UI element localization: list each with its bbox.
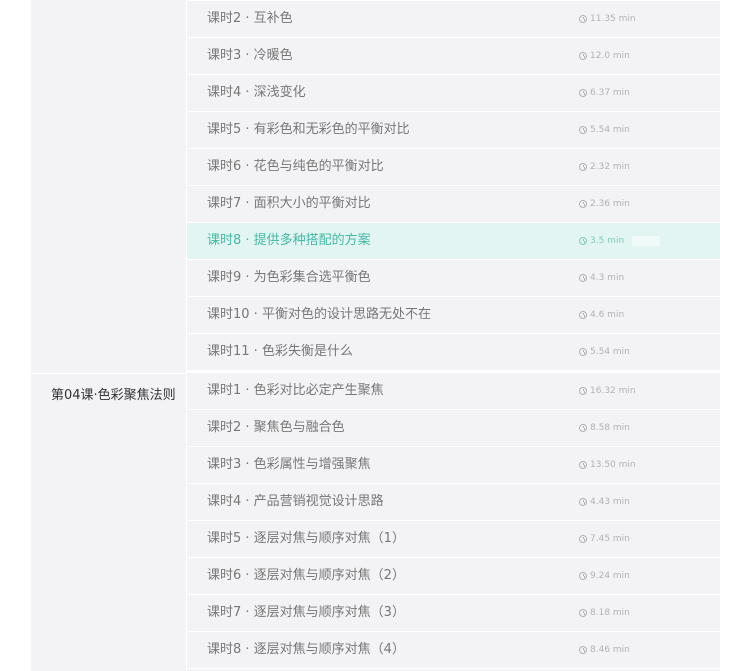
clock-icon [579, 200, 587, 208]
lesson-row[interactable]: 课时3 · 色彩属性与增强聚焦 13.50 min [187, 447, 720, 484]
lesson-title: 课时1 · 色彩对比必定产生聚焦 [207, 383, 384, 398]
lesson-row-active[interactable]: 课时8 · 提供多种搭配的方案 3.5 min [187, 223, 720, 260]
clock-icon [579, 52, 587, 60]
duration-text: 13.50 min [590, 460, 636, 470]
clock-icon [579, 163, 587, 171]
lesson-row[interactable]: 课时4 · 产品营销视觉设计思路 4.43 min [187, 484, 720, 521]
lesson-duration: 11.35 min [579, 1, 636, 37]
clock-icon [579, 126, 587, 134]
lesson-title: 课时2 · 互补色 [207, 11, 293, 26]
lesson-row[interactable]: 课时2 · 互补色 11.35 min [187, 0, 720, 38]
lesson-duration: 4.6 min [579, 297, 624, 333]
duration-text: 4.6 min [590, 310, 625, 320]
lesson-row[interactable]: 课时7 · 面积大小的平衡对比 2.36 min [187, 186, 720, 223]
duration-text: 4.43 min [590, 497, 630, 507]
duration-text: 9.24 min [590, 571, 630, 581]
lesson-row[interactable]: 课时6 · 逐层对焦与顺序对焦（2） 9.24 min [187, 558, 720, 595]
lesson-duration: 3.5 min [579, 223, 661, 259]
lesson-title: 课时3 · 色彩属性与增强聚焦 [207, 457, 371, 472]
lesson-title: 课时10 · 平衡对色的设计思路无处不在 [207, 307, 431, 322]
lesson-duration: 9.24 min [579, 558, 630, 594]
lesson-row[interactable]: 课时5 · 逐层对焦与顺序对焦（1） 7.45 min [187, 521, 720, 558]
lesson-title: 课时9 · 为色彩集合选平衡色 [207, 270, 371, 285]
duration-text: 8.46 min [590, 645, 630, 655]
duration-text: 12.0 min [590, 51, 630, 61]
duration-text: 11.35 min [590, 14, 636, 24]
clock-icon [579, 15, 587, 23]
duration-text: 8.18 min [590, 608, 630, 618]
lesson-title: 课时5 · 有彩色和无彩色的平衡对比 [207, 122, 410, 137]
chapter-column: 第04课·色彩聚焦法则 [31, 0, 186, 671]
clock-icon [579, 498, 587, 506]
lesson-row[interactable]: 课时4 · 深浅变化 6.37 min [187, 75, 720, 112]
duration-text: 5.54 min [590, 347, 630, 357]
chapter-divider [31, 373, 186, 374]
lesson-duration: 12.0 min [579, 38, 630, 74]
clock-icon [579, 348, 587, 356]
clock-icon [579, 461, 587, 469]
clock-icon [579, 646, 587, 654]
lesson-row[interactable]: 课时10 · 平衡对色的设计思路无处不在 4.6 min [187, 297, 720, 334]
clock-icon [579, 387, 587, 395]
duration-text: 8.58 min [590, 423, 630, 433]
lesson-duration: 8.46 min [579, 632, 630, 668]
lesson-title: 课时2 · 聚焦色与融合色 [207, 420, 345, 435]
clock-icon [579, 311, 587, 319]
playing-badge [632, 236, 661, 246]
lesson-title: 课时6 · 花色与纯色的平衡对比 [207, 159, 384, 174]
lesson-duration: 8.18 min [579, 595, 630, 631]
lesson-row[interactable]: 课时8 · 逐层对焦与顺序对焦（4） 8.46 min [187, 632, 720, 669]
lesson-list: 课时2 · 互补色 11.35 min 课时3 · 冷暖色 12.0 min 课… [186, 0, 720, 671]
lesson-duration: 8.58 min [579, 410, 630, 446]
lesson-title: 课时8 · 提供多种搭配的方案 [207, 233, 371, 248]
lesson-title: 课时6 · 逐层对焦与顺序对焦（2） [207, 568, 405, 583]
chapter-title: 第04课·色彩聚焦法则 [51, 388, 176, 403]
lesson-title: 课时4 · 产品营销视觉设计思路 [207, 494, 384, 509]
duration-text: 6.37 min [590, 88, 630, 98]
lesson-title: 课时4 · 深浅变化 [207, 85, 306, 100]
clock-icon [579, 237, 587, 245]
duration-text: 3.5 min [590, 236, 625, 246]
lesson-row[interactable]: 课时1 · 色彩对比必定产生聚焦 16.32 min [187, 373, 720, 410]
clock-icon [579, 89, 587, 97]
lesson-duration: 7.45 min [579, 521, 630, 557]
lesson-title: 课时3 · 冷暖色 [207, 48, 293, 63]
course-outline-panel: 第04课·色彩聚焦法则 课时2 · 互补色 11.35 min 课时3 · 冷暖… [31, 0, 720, 671]
lesson-duration: 13.50 min [579, 447, 636, 483]
lesson-duration: 6.37 min [579, 75, 630, 111]
lesson-row[interactable]: 课时7 · 逐层对焦与顺序对焦（3） 8.18 min [187, 595, 720, 632]
lesson-title: 课时11 · 色彩失衡是什么 [207, 344, 353, 359]
lesson-duration: 2.36 min [579, 186, 630, 222]
clock-icon [579, 274, 587, 282]
duration-text: 7.45 min [590, 534, 630, 544]
clock-icon [579, 424, 587, 432]
lesson-duration: 16.32 min [579, 373, 636, 409]
lesson-row[interactable]: 课时3 · 冷暖色 12.0 min [187, 38, 720, 75]
lesson-duration: 4.43 min [579, 484, 630, 520]
duration-text: 5.54 min [590, 125, 630, 135]
lesson-title: 课时7 · 逐层对焦与顺序对焦（3） [207, 605, 405, 620]
duration-text: 16.32 min [590, 386, 636, 396]
duration-text: 2.32 min [590, 162, 630, 172]
clock-icon [579, 535, 587, 543]
lesson-row[interactable]: 课时2 · 聚焦色与融合色 8.58 min [187, 410, 720, 447]
duration-text: 4.3 min [590, 273, 625, 283]
lesson-title: 课时8 · 逐层对焦与顺序对焦（4） [207, 642, 405, 657]
lesson-duration: 5.54 min [579, 334, 630, 370]
lesson-duration: 4.3 min [579, 260, 624, 296]
lesson-duration: 2.32 min [579, 149, 630, 185]
lesson-duration: 5.54 min [579, 112, 630, 148]
lesson-title: 课时5 · 逐层对焦与顺序对焦（1） [207, 531, 405, 546]
lesson-title: 课时7 · 面积大小的平衡对比 [207, 196, 371, 211]
lesson-row[interactable]: 课时6 · 花色与纯色的平衡对比 2.32 min [187, 149, 720, 186]
lesson-row[interactable]: 课时11 · 色彩失衡是什么 5.54 min [187, 334, 720, 371]
lesson-row[interactable]: 课时9 · 为色彩集合选平衡色 4.3 min [187, 260, 720, 297]
clock-icon [579, 572, 587, 580]
duration-text: 2.36 min [590, 199, 630, 209]
clock-icon [579, 609, 587, 617]
lesson-row[interactable]: 课时5 · 有彩色和无彩色的平衡对比 5.54 min [187, 112, 720, 149]
